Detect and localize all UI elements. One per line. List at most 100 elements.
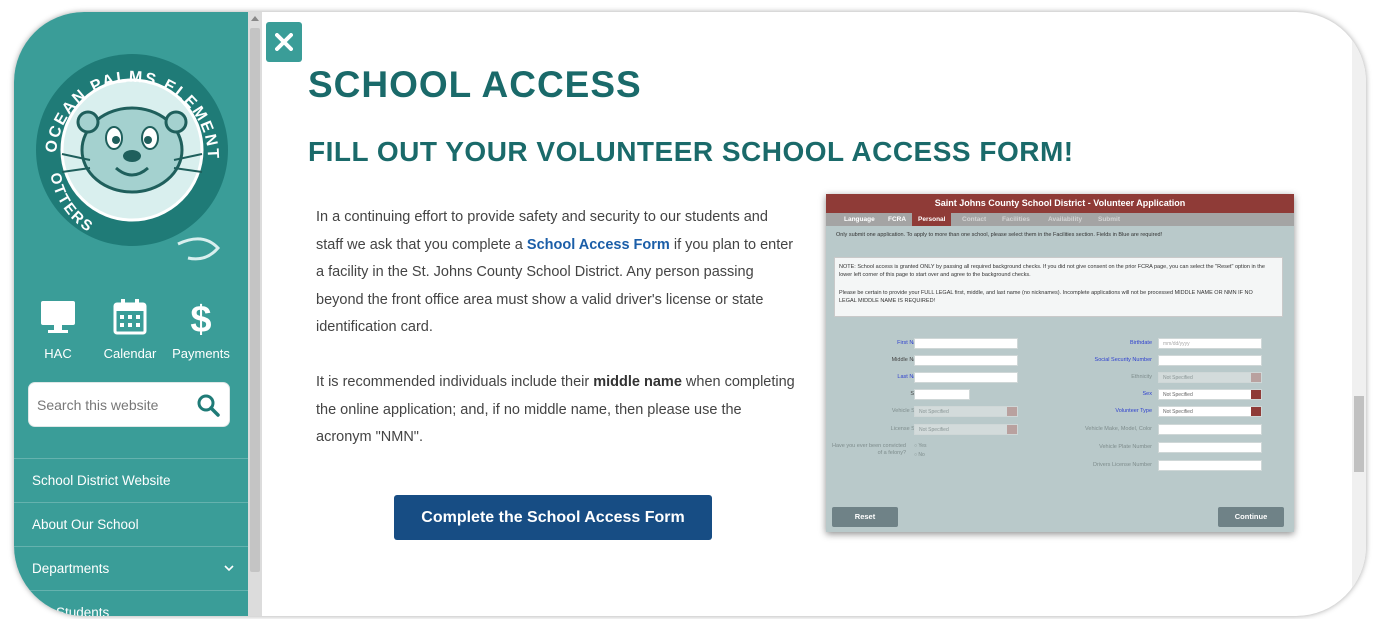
middle-name-text-start: It is recommended individuals include th…: [316, 374, 594, 390]
form-label-felony: Have you ever been convicted of a felony…: [832, 443, 906, 456]
quick-link-label: Payments: [172, 346, 230, 361]
form-tab-fcra: FCRA: [888, 216, 907, 223]
form-license-state-select[interactable]: Not Specified: [914, 424, 1018, 435]
dollar-icon: $: [190, 299, 211, 336]
dropdown-arrow-icon: [1007, 407, 1017, 416]
calendar-icon: [113, 299, 147, 335]
intro-paragraph: In a continuing effort to provide safety…: [316, 204, 796, 342]
form-vehicle-state-select[interactable]: Not Specified: [914, 406, 1018, 417]
browser-frame: OCEAN PALMS ELEMENTARY OTTERS: [14, 12, 1366, 616]
form-tabs: Language FCRA Personal Contact Facilitie…: [826, 213, 1294, 226]
form-select-value: Not Specified: [919, 409, 949, 415]
form-label-ssn: Social Security Number: [1094, 357, 1152, 363]
sidebar-item-school-district-website[interactable]: School District Website: [14, 458, 248, 502]
form-middle-name-input[interactable]: [914, 355, 1018, 366]
sidebar-item-departments[interactable]: Departments: [14, 546, 248, 590]
form-vehicle-plate-input[interactable]: [1158, 442, 1262, 453]
form-ethnicity-select[interactable]: Not Specified: [1158, 372, 1262, 383]
form-note-background-check: NOTE: School access is granted ONLY by p…: [839, 264, 1265, 278]
form-tab-availability: Availability: [1048, 216, 1083, 223]
page-scrollbar[interactable]: [1352, 12, 1366, 616]
form-label-vehicle-state: Vehicle State: [891, 408, 924, 414]
dropdown-arrow-icon: [1251, 373, 1261, 382]
volunteer-form-screenshot[interactable]: Saint Johns County School District - Vol…: [826, 194, 1294, 532]
sidebar-item-label: Departments: [32, 561, 110, 576]
complete-form-button[interactable]: Complete the School Access Form: [394, 495, 712, 540]
form-label-first-name: First Name: [897, 340, 924, 346]
dropdown-arrow-icon: [1251, 390, 1261, 399]
search-box: [28, 382, 230, 427]
form-last-name-input[interactable]: [914, 372, 1018, 383]
sidebar-nav: School District Website About Our School…: [14, 458, 248, 616]
form-sex-select[interactable]: Not Specified: [1158, 389, 1262, 400]
form-label-drivers-license: Drivers License Number: [1093, 462, 1152, 468]
form-select-value: Not Specified: [1163, 409, 1193, 415]
page-subtitle: FILL OUT YOUR VOLUNTEER SCHOOL ACCESS FO…: [308, 136, 1074, 167]
form-label-vehicle-plate: Vehicle Plate Number: [1099, 444, 1152, 450]
quick-link-label: Calendar: [103, 346, 157, 361]
sidebar-item-label: About Our School: [32, 517, 139, 532]
quick-link-hac[interactable]: HAC: [23, 298, 93, 361]
school-logo[interactable]: OCEAN PALMS ELEMENTARY OTTERS: [28, 36, 232, 276]
monitor-icon: [41, 301, 75, 333]
form-label-volunteer-type: Volunteer Type: [1115, 408, 1152, 414]
form-radio-no-label: No: [918, 452, 925, 458]
sidebar-scrollbar-thumb[interactable]: [250, 28, 260, 572]
sidebar-item-about-our-school[interactable]: About Our School: [14, 502, 248, 546]
form-label-birthdate: Birthdate: [1129, 340, 1152, 346]
form-select-value: Not Specified: [919, 427, 949, 433]
form-vehicle-make-input[interactable]: [1158, 424, 1262, 435]
form-tab-personal: Personal: [912, 213, 952, 226]
form-label-middle-name: Middle Name: [891, 357, 924, 363]
form-radio-yes-label: Yes: [918, 443, 927, 449]
sidebar-item-label: School District Website: [32, 473, 171, 488]
form-tab-submit: Submit: [1098, 216, 1121, 223]
school-access-form-link[interactable]: School Access Form: [527, 237, 670, 253]
sidebar: OCEAN PALMS ELEMENTARY OTTERS: [14, 12, 248, 616]
form-note-full-name: Please be certain to provide your FULL L…: [839, 290, 1253, 304]
form-reset-button[interactable]: Reset: [832, 507, 898, 527]
form-birthdate-placeholder: mm/dd/yyyy: [1163, 341, 1190, 347]
dropdown-arrow-icon: [1007, 425, 1017, 434]
form-select-value: Not Specified: [1163, 392, 1193, 398]
form-notice-box: NOTE: School access is granted ONLY by p…: [834, 257, 1283, 317]
form-radio-yes[interactable]: ○ Yes: [914, 443, 927, 449]
quick-link-label: HAC: [44, 346, 72, 361]
form-tab-contact: Contact: [962, 216, 987, 223]
page-title: SCHOOL ACCESS: [308, 64, 642, 105]
form-label-last-name: Last Name: [897, 374, 924, 380]
search-input[interactable]: [37, 392, 187, 418]
sidebar-item-for-students[interactable]: For Students: [14, 590, 248, 616]
sidebar-item-label: For Students: [32, 605, 110, 616]
form-radio-no[interactable]: ○ No: [914, 452, 925, 458]
search-icon[interactable]: [196, 393, 220, 417]
form-birthdate-input[interactable]: mm/dd/yyyy: [1158, 338, 1262, 349]
form-title: Saint Johns County School District - Vol…: [826, 194, 1294, 213]
chevron-down-icon[interactable]: [224, 564, 234, 572]
scroll-up-arrow-icon[interactable]: [251, 16, 259, 21]
form-select-value: Not Specified: [1163, 375, 1193, 381]
form-tab-facilities: Facilities: [1002, 216, 1030, 223]
form-drivers-license-input[interactable]: [1158, 460, 1262, 471]
form-suffix-input[interactable]: [914, 389, 970, 400]
form-label-sex: Sex: [1142, 391, 1152, 397]
form-label-license-state: License State: [890, 426, 924, 432]
quick-link-calendar[interactable]: Calendar: [95, 298, 165, 361]
quick-link-payments[interactable]: $ Payments: [166, 298, 236, 361]
svg-text:$: $: [190, 299, 211, 336]
form-label-ethnicity: Ethnicity: [1131, 374, 1152, 380]
form-continue-button[interactable]: Continue: [1218, 507, 1284, 527]
form-note-one-application: Only submit one application. To apply to…: [836, 232, 1163, 238]
form-ssn-input[interactable]: [1158, 355, 1262, 366]
dropdown-arrow-icon: [1251, 407, 1261, 416]
form-first-name-input[interactable]: [914, 338, 1018, 349]
main-content: SCHOOL ACCESS FILL OUT YOUR VOLUNTEER SC…: [262, 12, 1366, 616]
middle-name-emphasis: middle name: [593, 374, 682, 390]
quick-links: HAC Calendar $ Payments: [14, 298, 248, 368]
middle-name-paragraph: It is recommended individuals include th…: [316, 369, 796, 452]
form-label-vehicle-make: Vehicle Make, Model, Color: [1085, 426, 1152, 432]
form-label-suffix: Suffix: [826, 391, 924, 397]
sidebar-scrollbar[interactable]: [248, 12, 262, 616]
page-scrollbar-thumb[interactable]: [1354, 396, 1364, 472]
form-volunteer-type-select[interactable]: Not Specified: [1158, 406, 1262, 417]
